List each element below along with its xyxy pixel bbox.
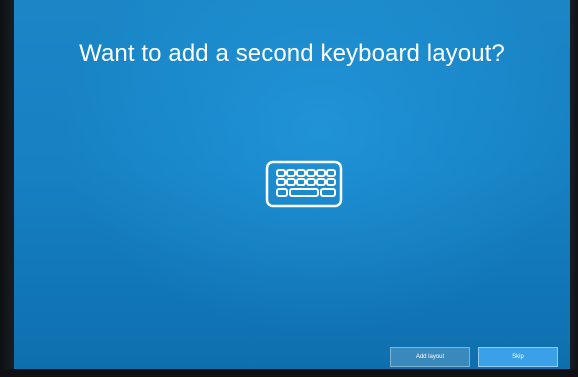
photo-frame: Want to add a second keyboard layout? Ad… — [0, 0, 578, 377]
monitor-bezel-right — [570, 0, 578, 377]
skip-button[interactable]: Skip — [478, 347, 558, 367]
monitor-bezel-left — [0, 0, 14, 377]
page-title: Want to add a second keyboard layout? — [79, 40, 505, 67]
monitor-bezel-bottom — [0, 369, 578, 377]
footer-actions: Add layout Skip — [390, 347, 570, 369]
keyboard-icon — [265, 160, 343, 208]
oobe-screen: Want to add a second keyboard layout? Ad… — [14, 0, 570, 369]
add-layout-button[interactable]: Add layout — [390, 347, 470, 367]
